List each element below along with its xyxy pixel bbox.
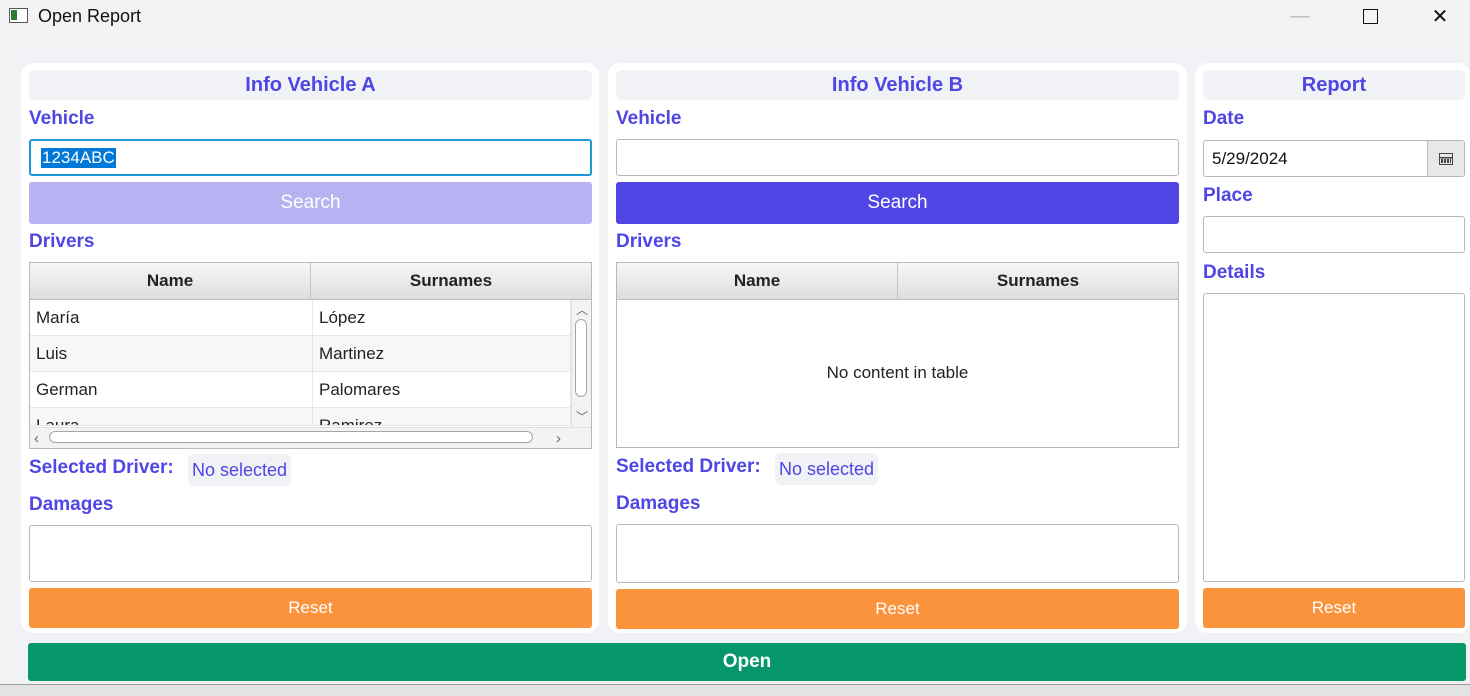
vehicle-a-vehicle-value: 1234ABC xyxy=(41,147,116,168)
app-icon xyxy=(9,8,28,23)
table-row[interactable]: Luis Martinez xyxy=(30,336,571,372)
vehicle-b-drivers-label: Drivers xyxy=(616,231,682,252)
vehicle-b-header: Info Vehicle B xyxy=(616,70,1179,100)
vertical-scrollbar[interactable]: ︿ ﹀ xyxy=(571,300,591,427)
empty-table-message: No content in table xyxy=(826,363,969,382)
column-header-surnames[interactable]: Surnames xyxy=(311,263,591,299)
vehicle-a-drivers-label: Drivers xyxy=(29,231,95,252)
vehicle-a-reset-button[interactable]: Reset xyxy=(29,588,592,628)
vehicle-b-drivers-table[interactable]: Name Surnames No content in table xyxy=(616,262,1179,448)
maximize-icon xyxy=(1362,8,1378,24)
vehicle-b-vehicle-input[interactable] xyxy=(616,139,1179,176)
vehicle-a-damages-label: Damages xyxy=(29,494,114,515)
column-header-surnames[interactable]: Surnames xyxy=(898,263,1178,299)
vehicle-a-drivers-table[interactable]: Name Surnames María López Luis Martinez … xyxy=(29,262,592,449)
report-date-value: 5/29/2024 xyxy=(1212,148,1288,168)
column-header-name[interactable]: Name xyxy=(30,263,311,299)
vehicle-b-vehicle-label: Vehicle xyxy=(616,108,682,129)
scroll-up-icon[interactable]: ︿ xyxy=(576,301,588,318)
column-header-name[interactable]: Name xyxy=(617,263,898,299)
calendar-icon xyxy=(1439,152,1453,165)
vehicle-a-damages-input[interactable] xyxy=(29,525,592,582)
open-button[interactable]: Open xyxy=(28,643,1466,681)
window-title: Open Report xyxy=(38,6,142,26)
report-header: Report xyxy=(1203,70,1465,100)
close-button[interactable]: ✕ xyxy=(1417,0,1463,32)
scroll-left-icon[interactable]: ‹ xyxy=(34,430,39,447)
vehicle-a-vehicle-input[interactable]: 1234ABC xyxy=(29,139,592,176)
minimize-button[interactable]: — xyxy=(1277,0,1323,32)
vehicle-b-selected-driver-label: Selected Driver: xyxy=(616,456,761,477)
vehicle-b-reset-button[interactable]: Reset xyxy=(616,589,1179,629)
cell-surnames: Ramirez xyxy=(313,408,571,425)
vehicle-a-header: Info Vehicle A xyxy=(29,70,592,100)
maximize-button[interactable] xyxy=(1347,0,1393,32)
vehicle-b-selected-driver-value: No selected xyxy=(775,453,879,485)
vehicle-a-selected-driver-value: No selected xyxy=(188,454,292,486)
table-row[interactable]: German Palomares xyxy=(30,372,571,408)
title-bar: Open Report — ✕ xyxy=(0,0,1470,34)
vehicle-b-search-button[interactable]: Search xyxy=(616,182,1179,224)
scroll-thumb[interactable] xyxy=(49,431,533,443)
vehicle-a-selected-driver-label: Selected Driver: xyxy=(29,457,174,478)
vehicle-a-vehicle-label: Vehicle xyxy=(29,108,95,129)
cell-name: Luis xyxy=(30,336,313,371)
cell-surnames: Martinez xyxy=(313,336,571,371)
report-date-picker[interactable]: 5/29/2024 xyxy=(1203,140,1465,177)
vehicle-b-damages-label: Damages xyxy=(616,493,701,514)
scroll-right-icon[interactable]: › xyxy=(556,430,561,447)
taskbar-edge xyxy=(0,684,1470,696)
report-place-label: Place xyxy=(1203,185,1253,206)
calendar-button[interactable] xyxy=(1427,141,1464,176)
report-details-label: Details xyxy=(1203,262,1266,283)
report-place-input[interactable] xyxy=(1203,216,1465,253)
table-row[interactable]: Laura Ramirez xyxy=(30,408,571,426)
report-reset-button[interactable]: Reset xyxy=(1203,588,1465,628)
table-header: Name Surnames xyxy=(617,263,1178,300)
scroll-down-icon[interactable]: ﹀ xyxy=(576,408,588,425)
horizontal-scrollbar[interactable]: ‹ › xyxy=(30,427,591,448)
cell-surnames: López xyxy=(313,300,571,335)
cell-surnames: Palomares xyxy=(313,372,571,407)
report-details-input[interactable] xyxy=(1203,293,1465,582)
table-header: Name Surnames xyxy=(30,263,591,300)
scroll-thumb[interactable] xyxy=(575,319,587,397)
table-row[interactable]: María López xyxy=(30,300,571,336)
cell-name: María xyxy=(30,300,313,335)
vehicle-b-damages-input[interactable] xyxy=(616,524,1179,583)
cell-name: German xyxy=(30,372,313,407)
cell-name: Laura xyxy=(30,408,313,425)
report-date-label: Date xyxy=(1203,108,1245,129)
vehicle-a-search-button[interactable]: Search xyxy=(29,182,592,224)
